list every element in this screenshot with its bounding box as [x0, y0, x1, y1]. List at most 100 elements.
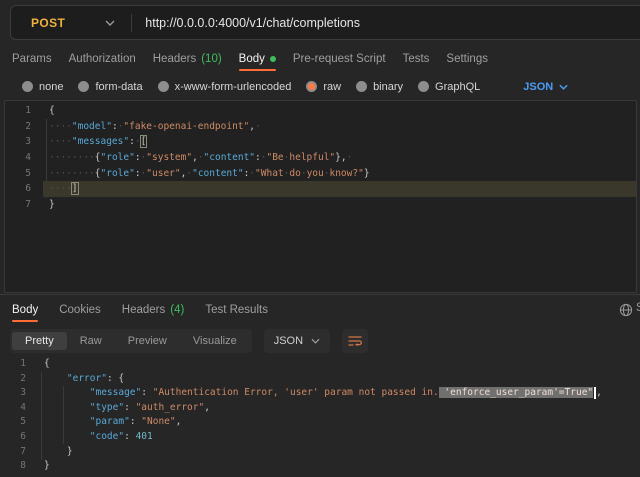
token-key: "code" — [90, 431, 124, 442]
body-type-x-www-form-urlencoded[interactable]: x-www-form-urlencoded — [158, 81, 292, 93]
word-wrap-button[interactable] — [342, 329, 368, 353]
request-url-bar: POST http://0.0.0.0:4000/v1/chat/complet… — [10, 5, 640, 40]
response-tabs: Body Cookies Headers(4) Test Results — [0, 296, 640, 323]
token-punc: } — [67, 446, 73, 457]
token-str: you — [307, 168, 324, 179]
url-input[interactable]: http://0.0.0.0:4000/v1/chat/completions — [145, 16, 360, 30]
tab-headers[interactable]: Headers(4) — [122, 296, 185, 323]
token-str: "None" — [141, 416, 175, 427]
tab-label: Test Results — [205, 304, 268, 316]
code-line: 8} — [0, 459, 640, 474]
line-number: 4 — [5, 150, 43, 166]
code-line: 7 } — [0, 445, 640, 460]
line-content: "code": 401 — [38, 430, 640, 445]
body-type-binary[interactable]: binary — [356, 81, 403, 93]
tab-label: Authorization — [69, 53, 136, 65]
token-punc: , — [596, 387, 602, 398]
view-mode-preview[interactable]: Preview — [115, 332, 180, 350]
tab-headers[interactable]: Headers(10) — [153, 45, 222, 72]
tab-label: Headers — [122, 304, 165, 316]
response-body-editor[interactable]: 1{2 "error": {3 "message": "Authenticati… — [0, 355, 640, 477]
token-punc: , — [176, 416, 182, 427]
line-content: } — [38, 459, 640, 474]
tab-pre-request-script[interactable]: Pre-request Script — [293, 45, 386, 72]
line-number: 6 — [5, 181, 43, 197]
line-content: ····"model":·"fake-openai-endpoint",· — [43, 119, 636, 135]
line-number: 3 — [5, 134, 43, 150]
token-punc: }, — [335, 152, 346, 163]
body-type-radios: none form-data x-www-form-urlencoded raw bin… — [22, 81, 480, 93]
token-str: do — [289, 168, 300, 179]
code-line: 3 "message": "Authentication Error, 'use… — [0, 386, 640, 401]
response-format-label: JSON — [274, 335, 303, 347]
body-type-form-data[interactable]: form-data — [78, 81, 142, 93]
token-num: 401 — [136, 431, 153, 442]
tab-test-results[interactable]: Test Results — [205, 296, 268, 323]
view-mode-pretty[interactable]: Pretty — [12, 332, 67, 350]
code-line: 1{ — [0, 357, 640, 372]
tab-body[interactable]: Body — [12, 296, 38, 323]
unsaved-dot — [270, 56, 276, 62]
tab-settings[interactable]: Settings — [446, 45, 488, 72]
code-line: 1{ — [5, 103, 636, 119]
code-line: 4········{"role":·"system",·"content":·"… — [5, 150, 636, 166]
token-key: "messages" — [72, 136, 129, 147]
token-str: "Be — [266, 152, 283, 163]
radio-label: raw — [323, 81, 341, 93]
line-content: { — [43, 103, 636, 119]
tab-label: Cookies — [59, 304, 101, 316]
tab-tests[interactable]: Tests — [403, 45, 430, 72]
tab-body[interactable]: Body — [239, 45, 276, 72]
body-type-raw[interactable]: raw — [306, 81, 341, 93]
code-line: 6····] — [5, 181, 636, 197]
radio-icon — [356, 81, 367, 92]
radio-icon — [78, 81, 89, 92]
token-key: "role" — [101, 168, 135, 179]
token-ws: ···· — [49, 136, 72, 147]
code-line: 5 "param": "None", — [0, 415, 640, 430]
token-key: "type" — [90, 402, 124, 413]
code-line: 6 "code": 401 — [0, 430, 640, 445]
line-number: 7 — [5, 197, 43, 213]
token-str: "Authentication Error, 'user' param not … — [153, 387, 439, 398]
token-key: "param" — [90, 416, 130, 427]
token-sp — [44, 416, 90, 427]
token-sp — [44, 373, 67, 384]
token-punc: } — [364, 168, 370, 179]
language-select[interactable]: JSON — [523, 81, 568, 93]
view-mode-visualize[interactable]: Visualize — [180, 332, 250, 350]
tab-cookies[interactable]: Cookies — [59, 296, 101, 323]
token-punc: } — [44, 460, 50, 471]
token-str: helpful" — [289, 152, 335, 163]
tab-label: Headers — [153, 53, 196, 65]
method-selector[interactable]: POST — [31, 16, 65, 30]
request-body-editor[interactable]: 1{2····"model":·"fake-openai-endpoint",·… — [4, 100, 637, 293]
line-number: 1 — [5, 103, 43, 119]
tab-label: Tests — [403, 53, 430, 65]
tab-label: Pre-request Script — [293, 53, 386, 65]
line-number: 2 — [5, 119, 43, 135]
line-number: 5 — [0, 415, 38, 430]
line-content: ····] — [43, 181, 636, 197]
radio-label: GraphQL — [435, 81, 480, 93]
tab-authorization[interactable]: Authorization — [69, 45, 136, 72]
token-punc: } — [49, 199, 55, 210]
response-format-select[interactable]: JSON — [264, 329, 330, 353]
line-content: "type": "auth_error", — [38, 401, 640, 416]
view-mode-raw[interactable]: Raw — [67, 332, 115, 350]
globe-icon[interactable] — [619, 303, 633, 317]
token-ws: ···· — [49, 121, 72, 132]
body-type-none[interactable]: none — [22, 81, 63, 93]
token-sp — [44, 387, 90, 398]
tab-params[interactable]: Params — [12, 45, 52, 72]
code-line: 7} — [5, 197, 636, 213]
line-content: { — [38, 357, 640, 372]
body-type-graphql[interactable]: GraphQL — [418, 81, 480, 93]
code-line: 4 "type": "auth_error", — [0, 401, 640, 416]
chevron-down-icon[interactable] — [105, 20, 115, 26]
token-sp — [44, 402, 90, 413]
line-content: ····"messages":·[ — [43, 134, 636, 150]
section-divider — [0, 294, 640, 295]
status-partial: S — [636, 302, 640, 318]
token-str: "auth_error" — [136, 402, 205, 413]
